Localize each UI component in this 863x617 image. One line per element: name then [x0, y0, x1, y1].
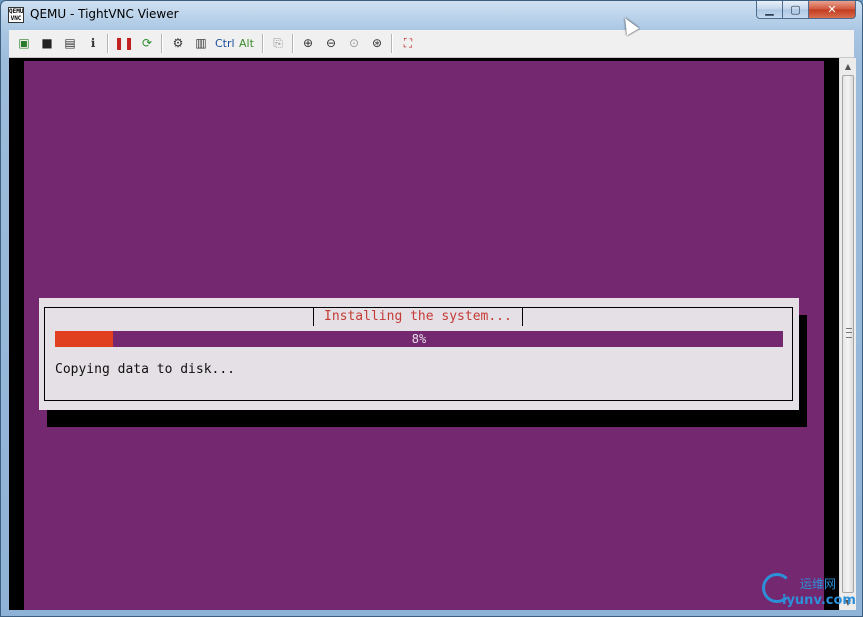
- watermark-cn-text: 运维网: [800, 577, 837, 591]
- connection-info-button[interactable]: ℹ: [84, 34, 102, 52]
- clipboard-button[interactable]: ⎘: [269, 34, 287, 52]
- toolbar-separator: [107, 34, 109, 53]
- zoom-100-button[interactable]: ⊙: [345, 34, 363, 52]
- minimize-icon: ▁: [765, 3, 774, 16]
- zoom-fit-button[interactable]: ⊛: [368, 34, 386, 52]
- toolbar: ▣ ■ ▤ ℹ ❚❚ ⟳ ⚙ ▥ Ctrl Alt ⎘ ⊕ ⊖ ⊙ ⊛ ⛶: [9, 30, 854, 58]
- options-button[interactable]: ▤: [61, 34, 79, 52]
- dialog-frame: Installing the system...: [44, 307, 793, 401]
- zoom-fit-icon: ⊛: [371, 36, 383, 50]
- new-connection-icon: ▣: [18, 36, 30, 50]
- save-button[interactable]: ■: [38, 34, 56, 52]
- close-icon: ✕: [827, 3, 837, 16]
- close-button[interactable]: ✕: [809, 1, 856, 19]
- ctrl-alt-del-icon: ⚙: [172, 36, 184, 50]
- tightvnc-app-icon[interactable]: QEMU VNC: [8, 7, 24, 23]
- refresh-button[interactable]: ⟳: [138, 34, 156, 52]
- alt-key-button[interactable]: Alt: [239, 34, 254, 52]
- pause-icon: ❚❚: [113, 36, 135, 50]
- toolbar-separator: [262, 34, 264, 53]
- clipboard-icon: ⎘: [273, 35, 283, 50]
- scroll-up-icon[interactable]: ▲: [840, 58, 856, 74]
- zoom-out-icon: ⊖: [325, 36, 337, 50]
- maximize-icon: ▢: [790, 3, 801, 16]
- fullscreen-button[interactable]: ⛶: [399, 34, 417, 52]
- minimize-button[interactable]: ▁: [756, 1, 783, 19]
- new-connection-button[interactable]: ▣: [15, 34, 33, 52]
- send-keys-button[interactable]: ▥: [192, 34, 210, 52]
- progress-bar: 8%: [55, 331, 783, 347]
- app-icon-top-text: QEMU: [9, 8, 24, 15]
- watermark-logo: 运维网 iyunv.com: [760, 573, 860, 613]
- toolbar-separator: [391, 34, 393, 53]
- options-icon: ▤: [64, 36, 76, 50]
- toolbar-separator: [292, 34, 294, 53]
- zoom-in-icon: ⊕: [302, 36, 314, 50]
- toolbar-separator: [161, 34, 163, 53]
- vertical-scrollbar[interactable]: ▲ ▼: [839, 58, 856, 610]
- caption-buttons: ▁ ▢ ✕: [756, 1, 856, 21]
- zoom-out-button[interactable]: ⊖: [322, 34, 340, 52]
- refresh-icon: ⟳: [141, 36, 153, 50]
- maximize-button[interactable]: ▢: [783, 1, 809, 19]
- app-icon-bottom-text: VNC: [10, 15, 22, 22]
- pause-button[interactable]: ❚❚: [113, 34, 135, 52]
- ctrl-alt-del-button[interactable]: ⚙: [169, 34, 187, 52]
- connection-info-icon: ℹ: [90, 36, 96, 50]
- dialog-title: Installing the system...: [313, 308, 523, 326]
- save-icon: ■: [41, 36, 53, 50]
- send-keys-icon: ▥: [195, 36, 207, 50]
- ctrl-key-button[interactable]: Ctrl: [215, 34, 235, 52]
- zoom-100-icon: ⊙: [348, 36, 360, 50]
- scrollbar-thumb[interactable]: [842, 75, 854, 593]
- zoom-in-button[interactable]: ⊕: [299, 34, 317, 52]
- install-progress-dialog: Installing the system... 8% Copying data…: [39, 298, 799, 410]
- watermark-en-text: iyunv.com: [782, 593, 856, 608]
- fullscreen-icon: ⛶: [403, 35, 413, 50]
- window-title: QEMU - TightVNC Viewer: [30, 7, 179, 21]
- title-bar[interactable]: QEMU VNC QEMU - TightVNC Viewer ▁ ▢ ✕: [1, 1, 862, 29]
- install-status-text: Copying data to disk...: [55, 362, 236, 377]
- progress-percent-label: 8%: [411, 332, 427, 346]
- scrollbar-grip-icon: [846, 328, 852, 338]
